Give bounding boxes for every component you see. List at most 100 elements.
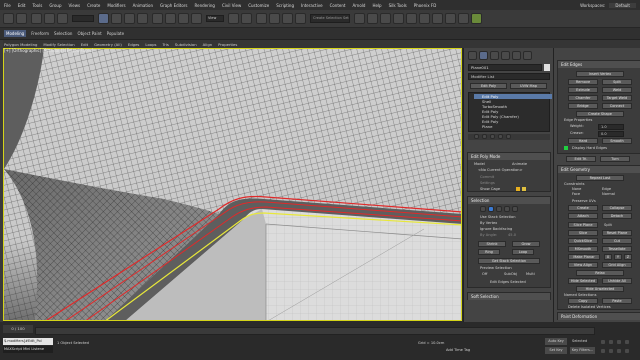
motion-tab-icon[interactable] (501, 51, 510, 60)
preview-off-radio[interactable]: Off (482, 272, 487, 276)
hard-edges-color-swatch[interactable] (564, 146, 568, 150)
bridge-button[interactable]: Bridge (568, 103, 598, 109)
get-stack-selection-button[interactable]: Get Stack Selection (478, 258, 540, 264)
snap-toggle-icon[interactable] (256, 13, 267, 24)
key-mode-dropdown[interactable]: Selected (570, 338, 592, 345)
create-shape-button[interactable]: Create Shape (576, 111, 624, 117)
spinner-snap-icon[interactable] (295, 13, 306, 24)
rotate-icon[interactable] (165, 13, 176, 24)
select-object-icon[interactable] (98, 13, 109, 24)
border-mode-icon[interactable] (496, 206, 502, 212)
reference-coordinate-dropdown[interactable]: View (206, 15, 224, 22)
by-angle-value[interactable]: 45.0 (508, 233, 516, 237)
soft-selection-header[interactable]: Soft Selection (468, 293, 550, 300)
view-align-button[interactable]: View Align (568, 262, 598, 268)
viewport-orthographic[interactable] (3, 48, 462, 321)
create-button[interactable]: Create (568, 205, 598, 211)
by-angle-checkbox[interactable]: By Angle: (480, 233, 497, 237)
ribbon-group-subdivision[interactable]: Subdivision (175, 42, 197, 47)
preview-multi-radio[interactable]: Multi (526, 272, 535, 276)
menu-customize[interactable]: Customize (248, 3, 269, 8)
add-time-tag-button[interactable]: Add Time Tag (446, 348, 470, 352)
menu-content[interactable]: Content (330, 3, 346, 8)
render-setup-icon[interactable] (445, 13, 456, 24)
grid-align-button[interactable]: Grid Align (602, 262, 632, 268)
redo-icon[interactable] (16, 13, 27, 24)
named-selection-set-input[interactable]: Create Selection Set (310, 14, 350, 23)
rectangular-selection-icon[interactable] (124, 13, 135, 24)
turn-button[interactable]: Turn (600, 156, 630, 162)
link-icon[interactable] (31, 13, 42, 24)
select-manipulate-icon[interactable] (241, 13, 252, 24)
model-radio-label[interactable]: Model (474, 162, 485, 166)
menu-modifiers[interactable]: Modifiers (107, 3, 125, 8)
display-tab-icon[interactable] (512, 51, 521, 60)
menu-tools[interactable]: Tools (32, 3, 42, 8)
paste-button[interactable]: Paste (602, 298, 632, 304)
uvw-map-button[interactable]: UVW Map (510, 83, 547, 89)
element-mode-icon[interactable] (512, 206, 518, 212)
copy-button[interactable]: Copy (568, 298, 598, 304)
ribbon-group-geometry-all[interactable]: Geometry (All) (94, 42, 122, 47)
tab-object-paint[interactable]: Object Paint (77, 31, 101, 36)
hide-unselected-button[interactable]: Hide Unselected (576, 286, 624, 292)
planar-x-button[interactable]: X (604, 254, 612, 260)
menu-animation[interactable]: Animation (133, 3, 153, 8)
ring-button[interactable]: Ring (478, 249, 500, 255)
tab-freeform[interactable]: Freeform (31, 31, 49, 36)
time-slider-frame[interactable]: 0 / 100 (3, 325, 33, 333)
menu-rendering[interactable]: Rendering (195, 3, 215, 8)
constraint-normal-radio[interactable]: Normal (602, 192, 615, 196)
settings-button[interactable]: Settings (480, 181, 495, 185)
menu-views[interactable]: Views (69, 3, 81, 8)
menu-silk-tools[interactable]: Silk Tools (389, 3, 407, 8)
edit-poly-mode-header[interactable]: Edit Poly Mode (468, 153, 550, 160)
split-checkbox[interactable]: Split (604, 223, 612, 227)
configure-sets-icon[interactable] (506, 134, 511, 139)
menu-civil-view[interactable]: Civil View (222, 3, 241, 8)
timeline-track[interactable] (35, 327, 595, 335)
render-production-icon[interactable] (471, 13, 482, 24)
menu-phoenix-fd[interactable]: Phoenix FD (414, 3, 437, 8)
relax-button[interactable]: Relax (576, 270, 624, 276)
key-filters-button[interactable]: Key Filters... (570, 347, 595, 354)
hard-button[interactable]: Hard (568, 138, 598, 144)
connect-button[interactable]: Connect (602, 103, 632, 109)
ribbon-group-loops[interactable]: Loops (145, 42, 156, 47)
slice-button[interactable]: Slice (568, 230, 598, 236)
stack-item-plane[interactable]: Plane (474, 124, 552, 129)
slice-plane-button[interactable]: Slice Plane (568, 222, 598, 228)
weight-spinner[interactable]: 1.0 (598, 124, 624, 130)
menu-arnold[interactable]: Arnold (352, 3, 365, 8)
object-color-swatch[interactable] (544, 64, 550, 71)
pin-stack-icon[interactable] (474, 134, 479, 139)
menu-interactive[interactable]: Interactive (301, 3, 323, 8)
object-name-field[interactable]: Plane001 (468, 64, 542, 71)
tessellate-button[interactable]: Tessellate (602, 246, 632, 252)
remove-button[interactable]: Remove (568, 79, 598, 85)
set-key-button[interactable]: Set Key (545, 347, 567, 354)
schematic-view-icon[interactable] (419, 13, 430, 24)
planar-y-button[interactable]: Y (614, 254, 622, 260)
menu-help[interactable]: Help (372, 3, 381, 8)
workspace-dropdown[interactable]: Default (609, 2, 636, 8)
vertex-mode-icon[interactable] (480, 206, 486, 212)
tab-modeling[interactable]: Modeling (4, 30, 27, 37)
msmooth-button[interactable]: MSmooth (568, 246, 598, 252)
fov-icon[interactable] (616, 348, 622, 354)
shrink-button[interactable]: Shrink (478, 241, 506, 247)
orbit-icon[interactable] (624, 339, 630, 345)
auto-key-button[interactable]: Auto Key (545, 338, 567, 345)
menu-graph-editors[interactable]: Graph Editors (160, 3, 187, 8)
use-stack-selection-checkbox[interactable]: Use Stack Selection (480, 215, 516, 219)
extrude-button[interactable]: Extrude (568, 87, 598, 93)
rendered-frame-icon[interactable] (458, 13, 469, 24)
commit-button[interactable]: Commit (480, 175, 494, 179)
curve-editor-icon[interactable] (406, 13, 417, 24)
mirror-icon[interactable] (354, 13, 365, 24)
cage-color-swatch[interactable] (516, 187, 520, 191)
show-end-result-icon[interactable] (482, 134, 487, 139)
zoom-icon[interactable] (608, 348, 614, 354)
play-icon[interactable] (600, 339, 606, 345)
ribbon-group-tris[interactable]: Tris (163, 42, 169, 47)
